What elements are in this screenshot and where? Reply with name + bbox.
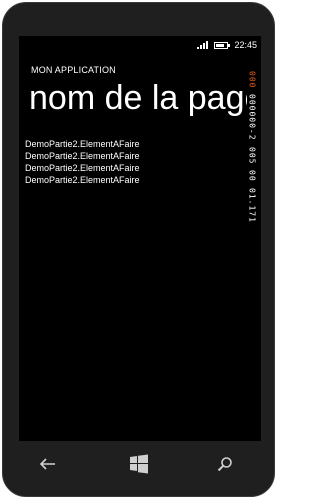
status-bar: 22:45 bbox=[197, 40, 257, 50]
frame-rate-counters: 000 000000-2 005 00 01.171 bbox=[245, 71, 259, 271]
phone-frame: 22:45 MON APPLICATION nom de la page Dem… bbox=[2, 2, 275, 497]
list-item[interactable]: DemoPartie2.ElementAFaire bbox=[25, 174, 140, 186]
signal-icon bbox=[197, 41, 209, 49]
list-item[interactable]: DemoPartie2.ElementAFaire bbox=[25, 162, 140, 174]
windows-logo-icon bbox=[130, 454, 148, 474]
frame-rate-counter: 01.171 bbox=[247, 188, 257, 223]
list-item[interactable]: DemoPartie2.ElementAFaire bbox=[25, 150, 140, 162]
search-button[interactable] bbox=[212, 454, 238, 474]
search-icon bbox=[217, 457, 232, 472]
app-title: MON APPLICATION bbox=[31, 65, 116, 75]
item-list: DemoPartie2.ElementAFaire DemoPartie2.El… bbox=[25, 138, 140, 186]
back-button[interactable] bbox=[35, 454, 61, 474]
battery-icon bbox=[214, 41, 231, 49]
clock: 22:45 bbox=[234, 40, 257, 50]
frame-rate-counter: 00 bbox=[247, 170, 257, 183]
page-title: nom de la page bbox=[29, 79, 247, 117]
screen: 22:45 MON APPLICATION nom de la page Dem… bbox=[19, 36, 261, 441]
start-button[interactable] bbox=[126, 454, 152, 474]
frame-rate-counter: 000 bbox=[247, 71, 257, 89]
list-item[interactable]: DemoPartie2.ElementAFaire bbox=[25, 138, 140, 150]
back-arrow-icon bbox=[40, 458, 55, 470]
frame-rate-counter: 000000-2 bbox=[247, 94, 257, 141]
frame-rate-counter: 005 bbox=[247, 146, 257, 165]
